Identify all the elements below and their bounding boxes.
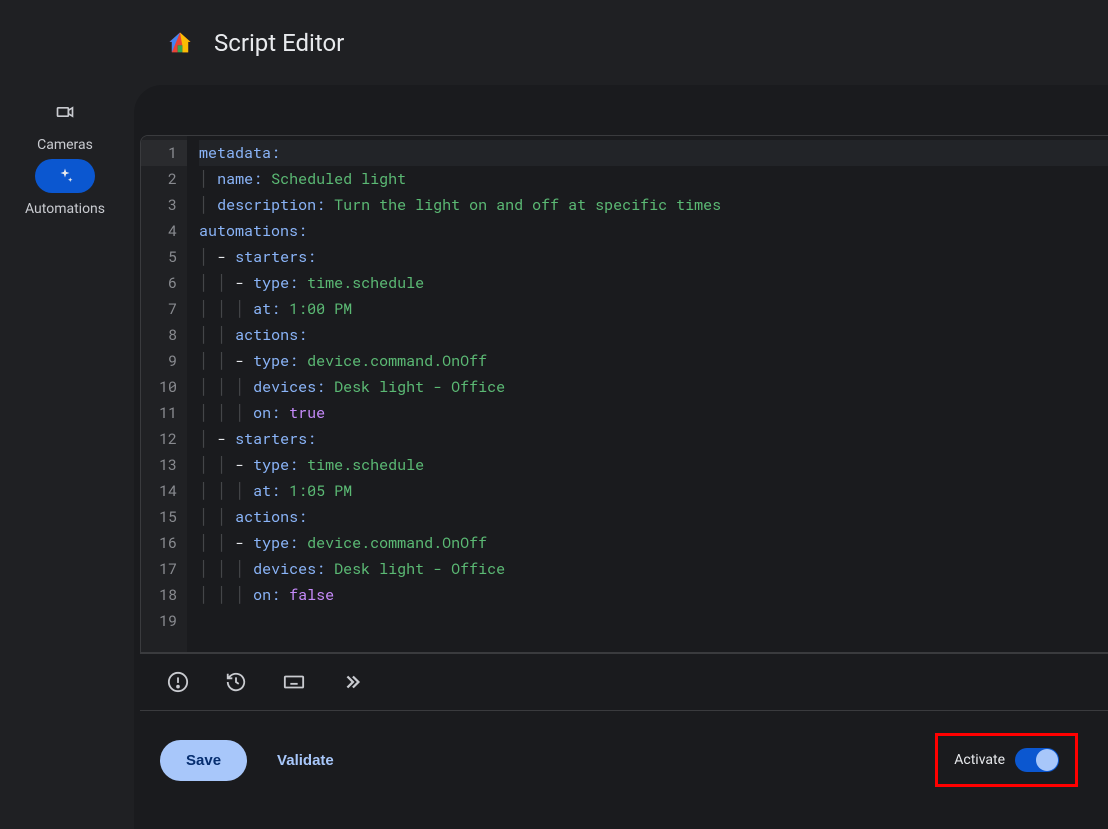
- footer: Save Validate Activate: [140, 710, 1108, 799]
- code-line[interactable]: │ │ - type: time.schedule: [199, 452, 1108, 478]
- save-button[interactable]: Save: [160, 740, 247, 781]
- code-area[interactable]: metadata:│ name: Scheduled light│ descri…: [187, 136, 1108, 652]
- sidebar-item-cameras[interactable]: Cameras: [35, 95, 95, 153]
- code-line[interactable]: [199, 608, 1108, 634]
- activate-highlight: Activate: [935, 733, 1078, 787]
- code-line[interactable]: │ │ │ devices: Desk light - Office: [199, 556, 1108, 582]
- line-number-gutter: 12345678910111213141516171819: [141, 136, 187, 652]
- code-line[interactable]: │ │ │ on: false: [199, 582, 1108, 608]
- page-title: Script Editor: [214, 29, 344, 57]
- error-icon[interactable]: [166, 670, 190, 694]
- code-line[interactable]: automations:: [199, 218, 1108, 244]
- google-home-logo-icon: [166, 29, 194, 57]
- code-line[interactable]: │ │ actions:: [199, 504, 1108, 530]
- activate-toggle[interactable]: [1015, 748, 1059, 772]
- code-line[interactable]: │ │ │ at: 1:05 PM: [199, 478, 1108, 504]
- sidebar-item-label: Cameras: [37, 137, 93, 153]
- keyboard-icon[interactable]: [282, 670, 306, 694]
- activate-label: Activate: [954, 752, 1005, 768]
- code-line[interactable]: metadata:: [199, 140, 1108, 166]
- code-line[interactable]: │ │ - type: device.command.OnOff: [199, 348, 1108, 374]
- sparkle-icon: [35, 159, 95, 193]
- sidebar: Cameras Automations: [0, 0, 130, 829]
- code-line[interactable]: │ - starters:: [199, 244, 1108, 270]
- editor-toolbar: [140, 653, 1108, 710]
- camera-icon: [35, 95, 95, 129]
- code-line[interactable]: │ │ - type: time.schedule: [199, 270, 1108, 296]
- code-line[interactable]: │ │ - type: device.command.OnOff: [199, 530, 1108, 556]
- code-editor[interactable]: 12345678910111213141516171819 metadata:│…: [140, 135, 1108, 653]
- history-icon[interactable]: [224, 670, 248, 694]
- editor-panel: 12345678910111213141516171819 metadata:│…: [134, 85, 1108, 829]
- code-line[interactable]: │ │ │ at: 1:00 PM: [199, 296, 1108, 322]
- code-line[interactable]: │ - starters:: [199, 426, 1108, 452]
- header: Script Editor: [130, 0, 1108, 85]
- validate-button[interactable]: Validate: [277, 752, 334, 769]
- sidebar-item-label: Automations: [25, 201, 105, 217]
- code-line[interactable]: │ │ actions:: [199, 322, 1108, 348]
- main: Script Editor 12345678910111213141516171…: [130, 0, 1108, 829]
- code-line[interactable]: │ │ │ on: true: [199, 400, 1108, 426]
- more-icon[interactable]: [340, 670, 364, 694]
- code-line[interactable]: │ │ │ devices: Desk light - Office: [199, 374, 1108, 400]
- code-line[interactable]: │ name: Scheduled light: [199, 166, 1108, 192]
- sidebar-item-automations[interactable]: Automations: [25, 159, 105, 217]
- code-line[interactable]: │ description: Turn the light on and off…: [199, 192, 1108, 218]
